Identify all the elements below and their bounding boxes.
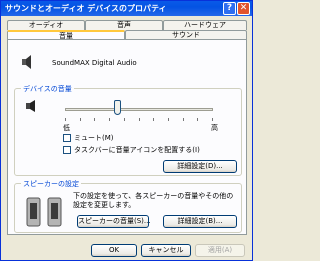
speaker-settings-group-title: スピーカーの設定	[21, 179, 81, 189]
volume-high-label: 高	[211, 124, 218, 132]
volume-speaker-icon	[26, 100, 35, 112]
help-button[interactable]: ?	[223, 2, 236, 15]
device-advanced-button[interactable]: 詳細設定(D)...	[163, 160, 237, 173]
window-title: サウンドとオーディオ デバイスのプロパティ	[5, 4, 167, 13]
mute-checkbox[interactable]	[63, 134, 71, 142]
volume-slider-tick	[212, 118, 213, 121]
close-button[interactable]: ✕	[237, 2, 250, 15]
speakers-image	[26, 197, 62, 227]
tab-row-top: オーディオ 音声 ハードウェア	[7, 20, 247, 30]
volume-slider-tick	[65, 118, 66, 121]
mute-checkbox-row[interactable]: ミュート(M)	[63, 133, 114, 143]
taskbar-icon-checkbox-row[interactable]: タスクバーに音量アイコンを配置する(I)	[63, 145, 200, 155]
device-name: SoundMAX Digital Audio	[52, 59, 137, 67]
volume-slider-tick	[153, 118, 154, 121]
properties-window: サウンドとオーディオ デバイスのプロパティ ? ✕ オーディオ 音声 ハードウェ…	[0, 0, 253, 261]
apply-button[interactable]: 適用(A)	[195, 244, 245, 257]
taskbar-icon-checkbox-label: タスクバーに音量アイコンを配置する(I)	[74, 146, 200, 154]
title-bar[interactable]: サウンドとオーディオ デバイスのプロパティ ? ✕	[1, 1, 252, 16]
volume-slider-thumb[interactable]	[114, 100, 121, 115]
cancel-button[interactable]: キャンセル	[141, 244, 191, 257]
volume-slider-tick	[197, 118, 198, 121]
speaker-icon	[22, 55, 31, 69]
volume-slider-tick	[124, 118, 125, 121]
ok-button[interactable]: OK	[91, 244, 137, 257]
volume-slider-tick	[168, 118, 169, 121]
device-volume-group: デバイスの音量 低 高 ミュート(M) タスクバーに音量アイコンを配置する(I)…	[14, 84, 242, 176]
speaker-volume-button[interactable]: スピーカーの音量(S)...	[77, 215, 151, 228]
volume-slider-tick	[80, 118, 81, 121]
speaker-advanced-button[interactable]: 詳細設定(B)...	[163, 215, 237, 228]
device-volume-group-title: デバイスの音量	[21, 84, 74, 94]
volume-low-label: 低	[63, 124, 70, 132]
tab-audio[interactable]: オーディオ	[7, 20, 85, 30]
volume-slider-tick	[183, 118, 184, 121]
volume-slider-track[interactable]	[65, 108, 213, 111]
volume-slider-tick	[139, 118, 140, 121]
speaker-settings-group: スピーカーの設定 下の設定を使って、各スピーカーの音量やその他の設定を変更します…	[14, 179, 242, 233]
taskbar-icon-checkbox[interactable]	[63, 146, 71, 154]
tab-voice[interactable]: 音声	[85, 20, 163, 30]
volume-tab-panel: SoundMAX Digital Audio デバイスの音量 低 高 ミュート(…	[7, 39, 247, 235]
mute-checkbox-label: ミュート(M)	[74, 134, 114, 142]
speaker-settings-description: 下の設定を使って、各スピーカーの音量やその他の設定を変更します。	[73, 192, 234, 209]
tab-hardware[interactable]: ハードウェア	[163, 20, 247, 30]
volume-slider-tick	[109, 118, 110, 121]
volume-slider-tick	[94, 118, 95, 121]
